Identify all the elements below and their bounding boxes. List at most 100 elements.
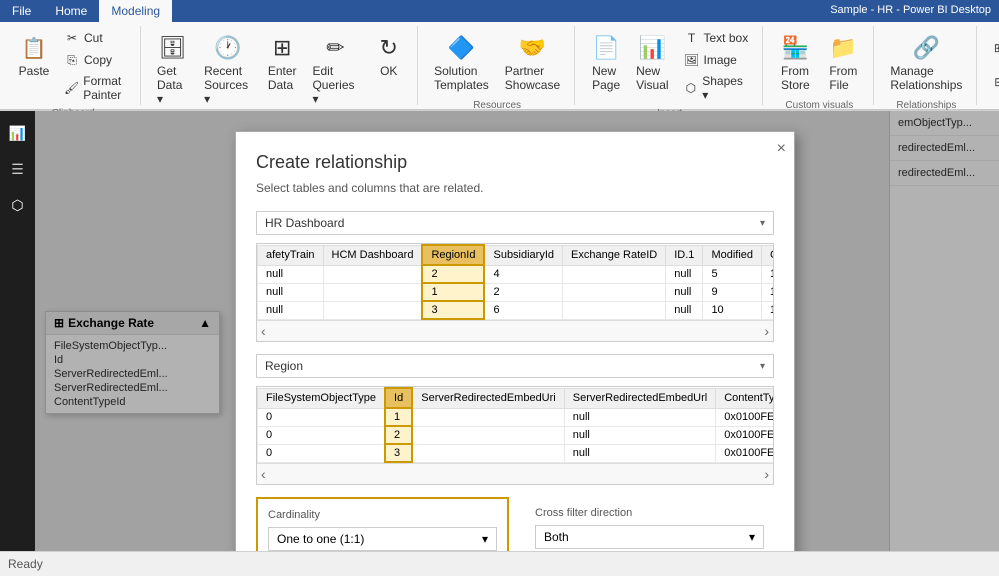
- text-box-button[interactable]: T Text box: [678, 28, 755, 48]
- cell: null: [564, 444, 716, 462]
- cell: null: [564, 408, 716, 426]
- external-data-items: 🗄 GetData ▾ 🕐 RecentSources ▾ ⊞ EnterDat…: [151, 28, 409, 110]
- cardinality-dropdown[interactable]: One to one (1:1) ▾: [268, 527, 497, 551]
- manage-relationships-button[interactable]: 🔗 ManageRelationships: [884, 28, 968, 96]
- table2: FileSystemObjectType Id ServerRedirected…: [257, 387, 774, 463]
- cell-regionid: 1: [422, 283, 484, 301]
- ribbon: File Home Modeling Sample - HR - Power B…: [0, 0, 999, 111]
- cell: 5: [703, 265, 762, 283]
- cell: 0: [258, 426, 386, 444]
- table1-col-safetytrain: afetyTrain: [258, 245, 324, 265]
- table-row: 0 1 null 0x0100FE4C2D96084C084B96: [258, 408, 775, 426]
- cross-filter-box: Cross filter direction Both ▾ Apply secu…: [525, 497, 774, 551]
- new-column-button[interactable]: ⊟ New Column: [987, 66, 999, 98]
- cell: null: [258, 301, 324, 319]
- table1-col-regionid[interactable]: RegionId: [422, 245, 484, 265]
- cell: [563, 265, 666, 283]
- cell: null: [666, 283, 703, 301]
- cell: null: [564, 426, 716, 444]
- edit-queries-icon: ✏: [319, 32, 351, 64]
- table1: afetyTrain HCM Dashboard RegionId Subsid…: [257, 244, 774, 320]
- enter-data-button[interactable]: ⊞ EnterData: [262, 28, 303, 96]
- table1-col-crea: Crea: [762, 245, 774, 265]
- copy-button[interactable]: ⎘ Copy: [58, 50, 132, 70]
- table1-next-button[interactable]: ›: [764, 323, 769, 339]
- new-measure-icon: ⊞: [993, 40, 999, 56]
- table-row: null 2 4 null 5 18/09/2017 7:07:39 AM: [258, 265, 775, 283]
- sidebar-icon-report[interactable]: 📊: [4, 119, 32, 147]
- table2-dropdown[interactable]: Region ▾: [256, 354, 774, 378]
- custom-visuals-items: 🏪 FromStore 📁 FromFile: [773, 28, 865, 96]
- cut-button[interactable]: ✂ Cut: [58, 28, 132, 48]
- calculations-items: ⊞ New Measure ⊟ New Column: [987, 32, 999, 98]
- sidebar-icon-data[interactable]: ☰: [4, 155, 32, 183]
- small-buttons-group: ✂ Cut ⎘ Copy 🖌 Format Painter: [58, 28, 132, 104]
- get-data-button[interactable]: 🗄 GetData ▾: [151, 28, 194, 110]
- cross-filter-label: Cross filter direction: [535, 507, 764, 519]
- resources-label: Resources: [473, 96, 521, 111]
- table2-col-contenttypeid: ContentTypeId: [716, 388, 774, 408]
- resources-items: 🔷 SolutionTemplates 🤝 PartnerShowcase: [428, 28, 566, 96]
- ribbon-group-insert: 📄 NewPage 📊 NewVisual T Text box 🖼 Image: [577, 26, 763, 105]
- cell: null: [258, 265, 324, 283]
- tab-file[interactable]: File: [0, 0, 43, 22]
- tab-home[interactable]: Home: [43, 0, 99, 22]
- ribbon-group-external-data: 🗄 GetData ▾ 🕐 RecentSources ▾ ⊞ EnterDat…: [143, 26, 418, 105]
- sidebar-icon-model[interactable]: ⬡: [4, 191, 32, 219]
- shapes-button[interactable]: ⬡ Shapes ▾: [678, 72, 755, 104]
- relationships-label: Relationships: [896, 96, 956, 111]
- ribbon-group-relationships: 🔗 ManageRelationships Relationships: [876, 26, 977, 105]
- format-painter-button[interactable]: 🖌 Format Painter: [58, 72, 132, 104]
- manage-relationships-icon: 🔗: [910, 32, 942, 64]
- cell: 18/09/2017 7:20:28 AM: [762, 301, 774, 319]
- new-visual-button[interactable]: 📊 NewVisual: [631, 28, 673, 96]
- from-store-icon: 🏪: [779, 32, 811, 64]
- cell: 0: [258, 444, 386, 462]
- table1-nav: ‹ ›: [257, 320, 773, 341]
- modal-title: Create relationship: [256, 152, 774, 173]
- from-store-button[interactable]: 🏪 FromStore: [773, 28, 817, 96]
- cell: 9: [703, 283, 762, 301]
- new-page-button[interactable]: 📄 NewPage: [585, 28, 627, 96]
- cell: 0: [258, 408, 386, 426]
- canvas-area: ⊞ Exchange Rate ▲ FileSystemObjectTyp...…: [35, 111, 999, 551]
- custom-visuals-label: Custom visuals: [785, 96, 853, 111]
- cross-filter-dropdown[interactable]: Both ▾: [535, 525, 764, 549]
- table1-dropdown-arrow: ▾: [760, 218, 765, 229]
- partner-showcase-button[interactable]: 🤝 PartnerShowcase: [499, 28, 566, 96]
- table1-dropdown[interactable]: HR Dashboard ▾: [256, 211, 774, 235]
- refresh-button[interactable]: ↻ OK: [368, 28, 409, 82]
- table1-col-modified: Modified: [703, 245, 762, 265]
- cell: [563, 283, 666, 301]
- insert-small-buttons: T Text box 🖼 Image ⬡ Shapes ▾: [678, 28, 755, 104]
- table2-selected-value: Region: [265, 359, 303, 373]
- status-text: Ready: [8, 557, 43, 571]
- modal-close-button[interactable]: ×: [777, 140, 786, 158]
- recent-sources-button[interactable]: 🕐 RecentSources ▾: [198, 28, 258, 110]
- tab-modeling[interactable]: Modeling: [99, 0, 172, 22]
- table1-prev-button[interactable]: ‹: [261, 323, 266, 339]
- cardinality-dropdown-arrow: ▾: [482, 532, 488, 546]
- solution-templates-icon: 🔷: [445, 32, 477, 64]
- enter-data-icon: ⊞: [266, 32, 298, 64]
- cell: [412, 408, 564, 426]
- left-sidebar: 📊 ☰ ⬡: [0, 111, 35, 551]
- table2-col-filesystemobjecttype: FileSystemObjectType: [258, 388, 386, 408]
- table-row: 0 2 null 0x0100FE4C2D96084C084B96: [258, 426, 775, 444]
- table1-selected-value: HR Dashboard: [265, 216, 344, 230]
- edit-queries-button[interactable]: ✏ EditQueries ▾: [306, 28, 364, 110]
- table2-col-id[interactable]: Id: [385, 388, 412, 408]
- table2-next-button[interactable]: ›: [764, 466, 769, 482]
- solution-templates-button[interactable]: 🔷 SolutionTemplates: [428, 28, 495, 96]
- new-measure-button[interactable]: ⊞ New Measure: [987, 32, 999, 64]
- table2-prev-button[interactable]: ‹: [261, 466, 266, 482]
- table1-col-id1: ID.1: [666, 245, 703, 265]
- cardinality-box: Cardinality One to one (1:1) ▾ Make this…: [256, 497, 509, 551]
- ribbon-group-clipboard: 📋 Paste ✂ Cut ⎘ Copy 🖌 Format Painter: [6, 26, 141, 105]
- from-file-button[interactable]: 📁 FromFile: [821, 28, 865, 96]
- paste-button[interactable]: 📋 Paste: [14, 28, 54, 82]
- cell: 10: [703, 301, 762, 319]
- table2-col-serverredirectedembeduri: ServerRedirectedEmbedUri: [412, 388, 564, 408]
- cell: [563, 301, 666, 319]
- image-button[interactable]: 🖼 Image: [678, 50, 755, 70]
